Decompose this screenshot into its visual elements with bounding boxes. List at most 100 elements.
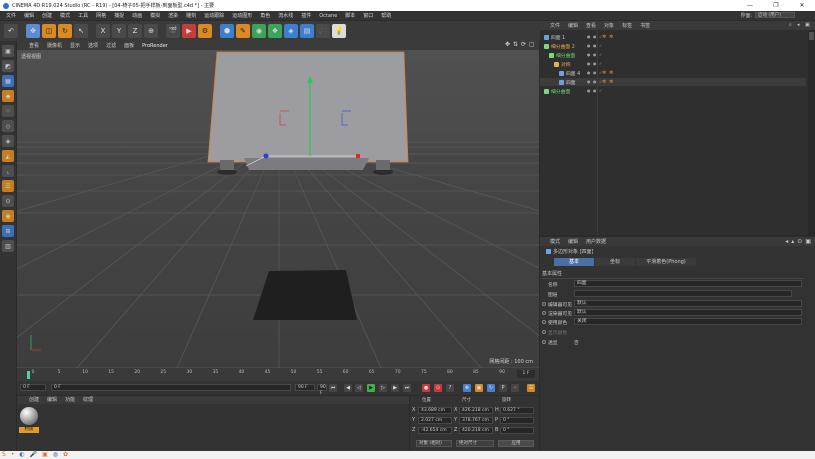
preview-range-slider[interactable]: 0 F xyxy=(51,384,291,391)
next-key-icon[interactable]: ▶ xyxy=(391,384,399,392)
go-to-start-icon[interactable]: ⏮ xyxy=(329,384,337,392)
size-z-field[interactable]: 420.218 cm xyxy=(459,427,493,434)
enabled-check-icon[interactable]: ✓ xyxy=(599,62,603,66)
material-tag-icon[interactable]: ✲ xyxy=(609,34,614,40)
menu-mode[interactable]: 模式 xyxy=(56,12,74,19)
object-name[interactable]: 细分曲面 xyxy=(551,88,589,95)
menu-edit[interactable]: 编辑 xyxy=(20,12,38,19)
timeline-settings-icon[interactable]: ☰ xyxy=(527,384,535,392)
visibility-flags[interactable]: ● ● ✓ xyxy=(587,80,603,84)
menu-character[interactable]: 角色 xyxy=(256,12,274,19)
editor-visibility-icon[interactable]: ● xyxy=(587,62,591,66)
timeline-playhead[interactable] xyxy=(27,371,30,379)
render-visible-select[interactable]: 默认 xyxy=(574,309,802,316)
array-icon[interactable]: ❖ xyxy=(268,24,282,38)
zoom-icon[interactable]: ⇅ xyxy=(513,42,519,48)
menu-simulate[interactable]: 模拟 xyxy=(146,12,164,19)
workplane-icon[interactable]: ◆ xyxy=(2,90,14,102)
phong-tag-icon[interactable]: ✲ xyxy=(602,70,607,76)
model-mode-icon[interactable]: ◩ xyxy=(2,60,14,72)
taskbar-app5-icon[interactable]: ✿ xyxy=(63,451,68,459)
editor-visibility-icon[interactable]: ● xyxy=(587,53,591,57)
material-menu-create[interactable]: 创建 xyxy=(25,396,43,404)
menu-pipeline[interactable]: 流水线 xyxy=(274,12,297,19)
enabled-check-icon[interactable]: ✓ xyxy=(599,89,603,93)
next-frame-icon[interactable]: ▷ xyxy=(379,384,387,392)
editor-visibility-icon[interactable]: ● xyxy=(587,71,591,75)
render-visibility-icon[interactable]: ● xyxy=(593,80,597,84)
enable-axis-icon[interactable]: ⌞ xyxy=(2,165,14,177)
record-keys-icon[interactable]: ● xyxy=(422,384,430,392)
viewport-menu-filter[interactable]: 过滤 xyxy=(102,42,120,49)
object-tags[interactable]: ✲ ✲ xyxy=(602,79,614,85)
lock-workplane-icon[interactable]: ▥ xyxy=(2,240,14,252)
undo-icon[interactable]: ↶ xyxy=(4,24,18,38)
editor-visible-select[interactable]: 默认 xyxy=(574,300,802,307)
menu-help[interactable]: 帮助 xyxy=(377,12,395,19)
timeline[interactable]: 0 5 10 15 20 25 30 35 40 45 50 55 60 65 70 75 80 85 90 1 F xyxy=(17,368,539,381)
close-button[interactable]: ✕ xyxy=(789,0,815,11)
om-menu-view[interactable]: 查看 xyxy=(582,22,600,29)
light-icon[interactable]: 💡 xyxy=(332,24,346,38)
render-active-icon[interactable]: ▶ xyxy=(182,24,196,38)
taskbar-app-icon[interactable]: S xyxy=(2,451,6,459)
deformer-icon[interactable]: ◈ xyxy=(284,24,298,38)
maximize-button[interactable]: ❐ xyxy=(763,0,789,11)
render-visibility-icon[interactable]: ● xyxy=(593,53,597,57)
prev-frame-icon[interactable]: ◁ xyxy=(355,384,363,392)
menu-motion-tracking[interactable]: 运动跟踪 xyxy=(200,12,228,19)
key-position-icon[interactable]: ✥ xyxy=(463,384,471,392)
key-scale-icon[interactable]: ▣ xyxy=(475,384,483,392)
layout-select[interactable]: 启动 (用户) xyxy=(755,12,795,18)
object-name[interactable]: 四面 1 xyxy=(551,34,589,41)
viewport-menu-options[interactable]: 选项 xyxy=(84,42,102,49)
render-visibility-icon[interactable]: ● xyxy=(593,71,597,75)
taskbar-app2-icon[interactable]: ◐ xyxy=(19,451,24,459)
visibility-flags[interactable]: ● ● ✓ xyxy=(587,44,603,48)
start-frame-field[interactable]: 0 F xyxy=(20,384,46,391)
editor-visibility-icon[interactable]: ● xyxy=(587,44,591,48)
key-pla-icon[interactable]: ⁘ xyxy=(511,384,519,392)
cube-icon[interactable]: ⬢ xyxy=(220,24,234,38)
rotate-icon[interactable]: ↻ xyxy=(58,24,72,38)
attr-up-icon[interactable]: ▴ xyxy=(791,238,794,245)
viewport-menu-display[interactable]: 显示 xyxy=(66,42,84,49)
position-y-field[interactable]: 2.027 cm xyxy=(418,417,452,424)
viewport-menu-cameras[interactable]: 摄像机 xyxy=(43,42,66,49)
render-visibility-icon[interactable]: ● xyxy=(593,89,597,93)
menu-mesh[interactable]: 网格 xyxy=(92,12,110,19)
xray-value[interactable]: 否 xyxy=(574,339,579,346)
editor-visibility-icon[interactable]: ● xyxy=(587,35,591,39)
phong-tag-icon[interactable]: ✲ xyxy=(602,34,607,40)
render-visibility-icon[interactable]: ● xyxy=(593,35,597,39)
object-tags[interactable]: ✲ ✲ xyxy=(602,34,614,40)
render-settings-icon[interactable]: ⚙ xyxy=(198,24,212,38)
coords-mode-select[interactable]: 对象 (相对) xyxy=(416,440,452,447)
om-expand-icon[interactable]: ▣ xyxy=(805,22,811,28)
menu-create[interactable]: 创建 xyxy=(38,12,56,19)
pan-icon[interactable]: ✥ xyxy=(505,42,511,48)
animate-dot-icon[interactable] xyxy=(542,302,546,306)
play-icon[interactable]: ▶ xyxy=(367,384,375,392)
tweak-icon[interactable]: ☰ xyxy=(2,180,14,192)
om-menu-objects[interactable]: 对象 xyxy=(600,22,618,29)
enabled-check-icon[interactable]: ✓ xyxy=(599,44,603,48)
texture-mode-icon[interactable]: ▦ xyxy=(2,75,14,87)
animate-dot-icon[interactable] xyxy=(542,311,546,315)
go-to-end-icon[interactable]: ⏭ xyxy=(403,384,411,392)
om-scrollbar[interactable] xyxy=(808,30,815,235)
visibility-flags[interactable]: ● ● ✓ xyxy=(587,62,603,66)
quantize-icon[interactable]: ⊞ xyxy=(2,225,14,237)
menu-snap[interactable]: 捕捉 xyxy=(110,12,128,19)
edges-mode-icon[interactable]: ◇ xyxy=(2,120,14,132)
make-editable-icon[interactable]: ▣ xyxy=(2,45,14,57)
enabled-check-icon[interactable]: ✓ xyxy=(599,53,603,57)
editor-visibility-icon[interactable]: ● xyxy=(587,89,591,93)
render-view-icon[interactable]: 🎬 xyxy=(166,24,180,38)
minimize-button[interactable]: — xyxy=(737,0,763,11)
prev-key-icon[interactable]: ◀ xyxy=(344,384,352,392)
tab-coordinates[interactable]: 坐标 xyxy=(595,258,635,266)
om-menu-edit[interactable]: 编辑 xyxy=(564,22,582,29)
visibility-flags[interactable]: ● ● ✓ xyxy=(587,53,603,57)
attr-lock-icon[interactable]: ⊙ xyxy=(797,238,802,245)
